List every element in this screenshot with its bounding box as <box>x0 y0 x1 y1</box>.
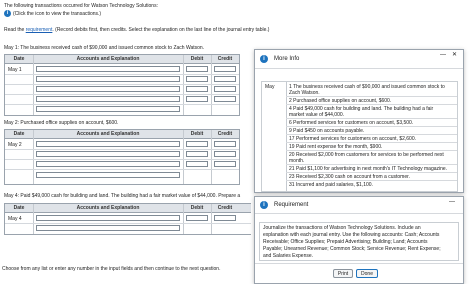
account-input[interactable] <box>36 86 180 92</box>
info-icon: i <box>260 55 268 63</box>
credit-input[interactable] <box>214 66 236 72</box>
col-accounts: Accounts and Explanation <box>76 205 140 211</box>
info-icon: i <box>260 201 268 209</box>
read-prefix: Read the <box>4 27 25 33</box>
credit-input[interactable] <box>214 151 236 157</box>
requirement-line: Journalize the transactions of Watson Te… <box>263 225 421 231</box>
table-header: Date Accounts and Explanation Debit Cred… <box>5 55 239 64</box>
requirement-box: Journalize the transactions of Watson Te… <box>259 222 459 261</box>
close-icon[interactable]: ✕ <box>452 51 457 58</box>
account-input[interactable] <box>36 161 180 167</box>
account-input[interactable] <box>36 215 180 221</box>
table-header: Date Accounts and Explanation Debit Cred… <box>5 130 239 139</box>
debit-input[interactable] <box>186 86 208 92</box>
info-icon[interactable]: i <box>4 10 11 17</box>
date-cell: May 1 <box>8 67 22 73</box>
transaction-line: 31 Incurred and paid salaries, $1,100. <box>289 182 373 188</box>
account-input[interactable] <box>36 76 180 82</box>
requirement-dialog: i Requirement — Journalize the transacti… <box>254 196 464 284</box>
done-button[interactable]: Done <box>356 269 378 278</box>
account-input[interactable] <box>36 96 180 102</box>
credit-input[interactable] <box>214 86 236 92</box>
requirement-line: Receivable; Office Supplies; Prepaid Adv… <box>263 239 428 245</box>
debit-input[interactable] <box>186 215 208 221</box>
requirement-line: and Salaries Expense. <box>263 253 314 259</box>
date-cell: May 2 <box>8 142 22 148</box>
explanation-input[interactable] <box>36 106 180 112</box>
footer-hint: Choose from any list or enter any number… <box>2 266 221 272</box>
requirement-line: explanation with each journal entry. Use… <box>263 232 440 238</box>
month-label: May <box>265 84 275 90</box>
transaction-line: 20 Received $2,000 from customers for se… <box>289 152 444 158</box>
dialog-title: Requirement <box>274 202 309 208</box>
date-cell: May 4 <box>8 216 22 222</box>
dialog-title: More Info <box>274 56 300 62</box>
col-debit: Debit <box>190 205 204 211</box>
debit-input[interactable] <box>186 161 208 167</box>
may4-prompt: May 4: Paid $49,000 cash for building an… <box>4 193 241 199</box>
account-input[interactable] <box>36 66 180 72</box>
transactions-table: May 1 The business received cash of $90,… <box>261 81 458 192</box>
read-requirement-line: Read the requirement. (Record debits fir… <box>4 27 269 33</box>
col-debit: Debit <box>190 56 204 62</box>
account-input[interactable] <box>36 151 180 157</box>
click-icon-text: (Click the icon to view the transactions… <box>13 10 102 17</box>
debit-input[interactable] <box>186 76 208 82</box>
click-icon-row: i (Click the icon to view the transaction… <box>4 10 101 17</box>
requirement-line: Payable; Unearned Revenue; Common Stock;… <box>263 246 441 252</box>
col-date: Date <box>13 205 25 211</box>
credit-input[interactable] <box>214 161 236 167</box>
account-input[interactable] <box>36 141 180 147</box>
minimize-icon[interactable]: — <box>440 52 446 58</box>
print-button[interactable]: Print <box>333 269 353 278</box>
col-date: Date <box>13 56 25 62</box>
requirement-link[interactable]: requirement <box>26 27 53 33</box>
credit-input[interactable] <box>214 76 236 82</box>
may1-prompt: May 1: The business received cash of $90… <box>4 45 205 51</box>
credit-input[interactable] <box>214 141 236 147</box>
read-suffix: . (Record debits first, then credits. Se… <box>52 27 270 33</box>
minimize-icon[interactable]: — <box>449 199 455 205</box>
col-date: Date <box>13 131 25 137</box>
explanation-input[interactable] <box>36 172 180 178</box>
debit-input[interactable] <box>186 66 208 72</box>
col-accounts: Accounts and Explanation <box>76 56 140 62</box>
more-info-dialog: i More Info — ✕ May 1 The business recei… <box>254 49 464 193</box>
debit-input[interactable] <box>186 141 208 147</box>
col-credit: Credit <box>217 205 233 211</box>
journal-table-may4: Date Accounts and Explanation Debit Cred… <box>4 203 251 235</box>
col-credit: Credit <box>217 56 233 62</box>
col-accounts: Accounts and Explanation <box>76 131 140 137</box>
account-input[interactable] <box>36 225 180 231</box>
intro-text: The following transactions occurred for … <box>4 3 158 9</box>
journal-table-may2: Date Accounts and Explanation Debit Cred… <box>4 129 240 185</box>
may2-prompt: May 2: Purchased office supplies on acco… <box>4 120 119 126</box>
col-credit: Credit <box>217 131 233 137</box>
debit-input[interactable] <box>186 151 208 157</box>
col-debit: Debit <box>190 131 204 137</box>
credit-input[interactable] <box>214 215 236 221</box>
debit-input[interactable] <box>186 96 208 102</box>
credit-input[interactable] <box>214 96 236 102</box>
table-header: Date Accounts and Explanation Debit Cred… <box>5 204 251 213</box>
journal-table-may1: Date Accounts and Explanation Debit Cred… <box>4 54 240 116</box>
